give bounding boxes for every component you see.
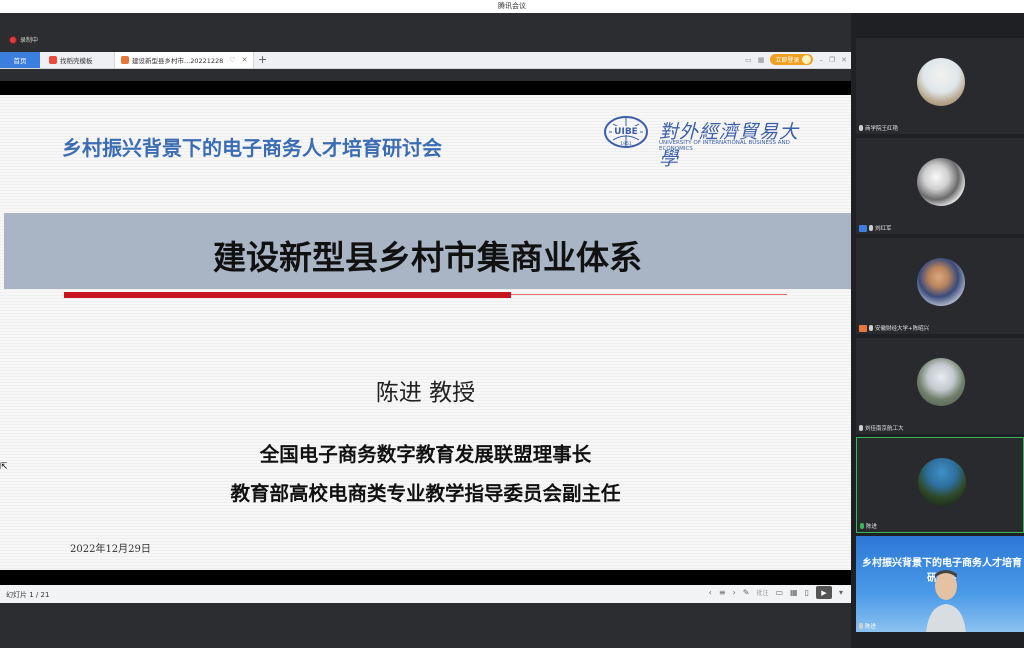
wps-tabbar: 首页 找稻壳模板 建设新型县乡村市...20221228 ♡ ✕ + ▭ ▦ 立…	[0, 52, 851, 69]
next-slide-icon[interactable]: ›	[733, 588, 736, 597]
logo-english-name: UNIVERSITY OF INTERNATIONAL BUSINESS AND…	[659, 140, 790, 152]
uibe-seal-icon: UIBE 1951	[604, 116, 648, 148]
slide-title: 建设新型县乡村市集商业体系	[213, 238, 642, 277]
pin-icon[interactable]: ♡	[229, 56, 235, 64]
close-icon[interactable]: ✕	[841, 56, 847, 64]
participant-name: 商学院王红艳	[859, 124, 898, 132]
docer-icon	[49, 56, 57, 64]
annotate-icon[interactable]: ✎	[743, 588, 750, 597]
tab-template-label: 找稻壳模板	[60, 57, 93, 65]
slide-author: 陈进 教授	[375, 380, 476, 406]
participant-video[interactable]: 乡村振兴背景下的电子商务人才培育研讨会 陈进	[856, 536, 1024, 632]
tab-home-label: 首页	[13, 57, 27, 65]
avatar	[918, 458, 966, 506]
uibe-logo: UIBE 1951 對外經濟貿易大學 UNIVERSITY OF INTERNA…	[603, 115, 818, 170]
tab-template[interactable]: 找稻壳模板	[42, 52, 112, 68]
sorter-view-icon[interactable]: ▦	[790, 588, 798, 597]
mic-muted-icon	[859, 623, 863, 629]
slide-bottom-border	[0, 570, 851, 585]
tab-document-label: 建设新型县乡村市...20221228	[132, 57, 224, 65]
play-button[interactable]: ▶	[815, 586, 832, 599]
participant-name: 陈进	[859, 622, 876, 630]
user-badge-icon	[859, 324, 867, 332]
title-underline-thin	[511, 294, 787, 295]
title-underline	[64, 292, 511, 298]
participant-name: 安徽财经大学+陈昭兴	[859, 324, 929, 332]
presentation-icon	[121, 56, 129, 64]
tab-document[interactable]: 建设新型县乡村市...20221228 ♡ ✕	[114, 52, 254, 68]
window-titlebar: 腾讯会议	[0, 0, 1024, 13]
prev-slide-icon[interactable]: ‹	[709, 588, 712, 597]
slide-top-border	[0, 81, 851, 95]
participant-name: 刘佳南京航工大	[859, 424, 904, 432]
author-role-2: 教育部高校电商类专业教学指导委员会副主任	[230, 482, 621, 505]
tab-home[interactable]: 首页	[0, 52, 40, 68]
login-button[interactable]: 立即登录	[770, 54, 814, 65]
recording-indicator[interactable]: 录制中	[10, 35, 38, 44]
slide-header: 乡村振兴背景下的电子商务人才培育研讨会	[62, 136, 442, 160]
participant-name: 刘红军	[859, 224, 892, 232]
slide-date: 2022年12月29日	[70, 544, 151, 555]
wps-statusbar: 幻灯片 1 / 21 ‹ ≡ › ✎ 批注 ▭ ▦ ▯ ▶ ▾	[0, 585, 851, 603]
record-icon	[10, 36, 16, 43]
participant-tile[interactable]: 安徽财经大学+陈昭兴	[856, 238, 1024, 334]
bottom-left-status	[0, 640, 68, 648]
participant-tile[interactable]: 刘红军	[856, 138, 1024, 234]
speaker-video-icon	[926, 570, 966, 632]
avatar	[917, 358, 965, 406]
play-options-icon[interactable]: ▾	[839, 588, 843, 597]
recording-label: 录制中	[20, 37, 39, 44]
participant-sidebar: 商学院王红艳 刘红军 安徽财经大学+陈昭兴 刘佳南京航工大 陈进 乡村振兴背景下…	[851, 13, 1024, 648]
mic-muted-icon	[869, 225, 873, 231]
avatar	[917, 158, 965, 206]
window-controls: ▭ ▦ 立即登录 – ❐ ✕	[745, 54, 847, 65]
slide-counter: 幻灯片 1 / 21	[6, 591, 50, 599]
restore-icon[interactable]: ❐	[829, 56, 835, 64]
login-label: 立即登录	[775, 57, 800, 64]
mic-speaking-icon	[860, 523, 864, 529]
participant-tile-speaking[interactable]: 陈进	[856, 437, 1024, 533]
participant-tile[interactable]: 商学院王红艳	[856, 38, 1024, 134]
user-badge-icon	[859, 224, 867, 232]
close-tab-icon[interactable]: ✕	[242, 56, 248, 64]
svg-text:1951: 1951	[620, 141, 632, 147]
window-title: 腾讯会议	[498, 2, 526, 10]
mouse-cursor-icon: ⇱	[0, 462, 8, 472]
author-role-1: 全国电子商务数字教育发展联盟理事长	[259, 443, 592, 466]
annotate-label[interactable]: 批注	[756, 588, 768, 597]
normal-view-icon[interactable]: ▭	[775, 588, 783, 597]
mic-muted-icon	[859, 125, 863, 131]
participant-name: 陈进	[860, 522, 877, 530]
avatar-icon	[802, 55, 812, 64]
new-tab-button[interactable]: +	[258, 53, 267, 66]
mic-muted-icon	[859, 425, 863, 431]
participant-tile[interactable]: 刘佳南京航工大	[856, 338, 1024, 434]
minimize-icon[interactable]: –	[819, 56, 823, 64]
avatar	[917, 258, 965, 306]
mic-muted-icon	[869, 325, 873, 331]
avatar	[917, 58, 965, 106]
presentation-slide: 乡村振兴背景下的电子商务人才培育研讨会 UIBE 1951 對外經濟貿易大學 U…	[0, 95, 851, 570]
outline-icon[interactable]: ≡	[719, 588, 726, 597]
layout-icon[interactable]: ▭	[745, 56, 752, 64]
statusbar-controls: ‹ ≡ › ✎ 批注 ▭ ▦ ▯ ▶ ▾	[709, 586, 843, 599]
title-band: 建设新型县乡村市集商业体系	[4, 213, 851, 289]
reading-view-icon[interactable]: ▯	[805, 588, 809, 597]
svg-text:UIBE: UIBE	[614, 127, 638, 137]
grid-icon[interactable]: ▦	[758, 56, 765, 64]
